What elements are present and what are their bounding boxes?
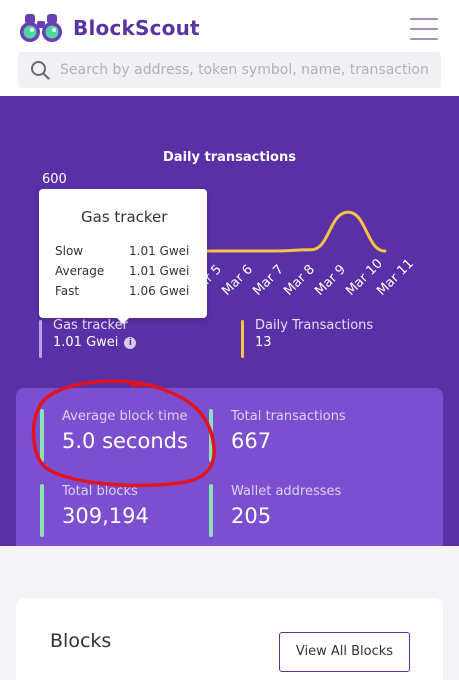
search-box[interactable] bbox=[18, 52, 441, 88]
tooltip-row-label: Fast bbox=[55, 284, 80, 298]
legend-value: 1.01 Gwei i bbox=[53, 335, 137, 350]
x-tick-label: Mar 6 bbox=[219, 262, 256, 299]
legend-color-bar bbox=[39, 320, 42, 358]
search-icon[interactable] bbox=[30, 60, 50, 80]
stat-total-transactions[interactable]: Total transactions 667 bbox=[209, 409, 346, 462]
menu-line bbox=[410, 18, 438, 20]
legend-label: Gas tracker bbox=[53, 318, 128, 333]
stat-label: Total transactions bbox=[231, 409, 346, 424]
x-tick-label: Mar 9 bbox=[312, 262, 349, 299]
stat-accent-bar bbox=[40, 484, 44, 537]
tooltip-row-label: Average bbox=[55, 264, 105, 278]
stat-label: Average block time bbox=[62, 409, 188, 424]
hamburger-menu-icon[interactable] bbox=[410, 18, 438, 40]
gas-tracker-tooltip: Gas tracker Slow 1.01 Gwei Average 1.01 … bbox=[39, 189, 207, 324]
stat-average-block-time: Average block time 5.0 seconds bbox=[40, 409, 188, 462]
tooltip-row-label: Slow bbox=[55, 244, 84, 258]
legend-value: 13 bbox=[255, 335, 272, 350]
view-all-blocks-button[interactable]: View All Blocks bbox=[279, 632, 410, 672]
tooltip-row-value: 1.01 Gwei bbox=[129, 244, 190, 258]
legend-label: Daily Transactions bbox=[255, 318, 374, 333]
y-tick-label: 600 bbox=[42, 172, 67, 187]
stat-total-blocks[interactable]: Total blocks 309,194 bbox=[40, 484, 149, 537]
stat-accent-bar bbox=[209, 409, 213, 462]
stat-accent-bar bbox=[40, 409, 44, 462]
info-icon[interactable]: i bbox=[124, 337, 137, 349]
stat-value: 205 bbox=[231, 504, 272, 528]
stat-value: 309,194 bbox=[62, 504, 149, 528]
stat-accent-bar bbox=[209, 484, 213, 537]
gas-value: 1.01 Gwei bbox=[53, 335, 119, 350]
search-input[interactable] bbox=[60, 52, 438, 88]
menu-line bbox=[410, 38, 438, 40]
menu-line bbox=[410, 28, 438, 30]
stats-card: Average block time 5.0 seconds Total tra… bbox=[16, 388, 443, 546]
legend-color-bar bbox=[241, 320, 244, 358]
x-tick-label: Mar 7 bbox=[250, 262, 287, 299]
brand-name[interactable]: BlockScout bbox=[73, 16, 200, 40]
x-tick-label: Mar 8 bbox=[281, 262, 318, 299]
top-navbar: BlockScout bbox=[0, 0, 459, 96]
legend-daily-transactions[interactable]: Daily Transactions 13 bbox=[241, 318, 373, 358]
stat-label: Wallet addresses bbox=[231, 484, 342, 499]
legend-gas-tracker[interactable]: Gas tracker 1.01 Gwei i bbox=[39, 318, 137, 358]
tooltip-row-value: 1.06 Gwei bbox=[129, 284, 190, 298]
stat-wallet-addresses[interactable]: Wallet addresses 205 bbox=[209, 484, 342, 537]
tooltip-row-value: 1.01 Gwei bbox=[129, 264, 190, 278]
blocks-card: Blocks View All Blocks bbox=[16, 598, 443, 680]
stat-label: Total blocks bbox=[62, 484, 138, 499]
stat-value: 667 bbox=[231, 429, 272, 453]
tooltip-title: Gas tracker bbox=[81, 208, 168, 226]
stat-value: 5.0 seconds bbox=[62, 429, 188, 453]
blocks-title: Blocks bbox=[50, 630, 112, 652]
binoculars-icon[interactable] bbox=[18, 12, 64, 44]
